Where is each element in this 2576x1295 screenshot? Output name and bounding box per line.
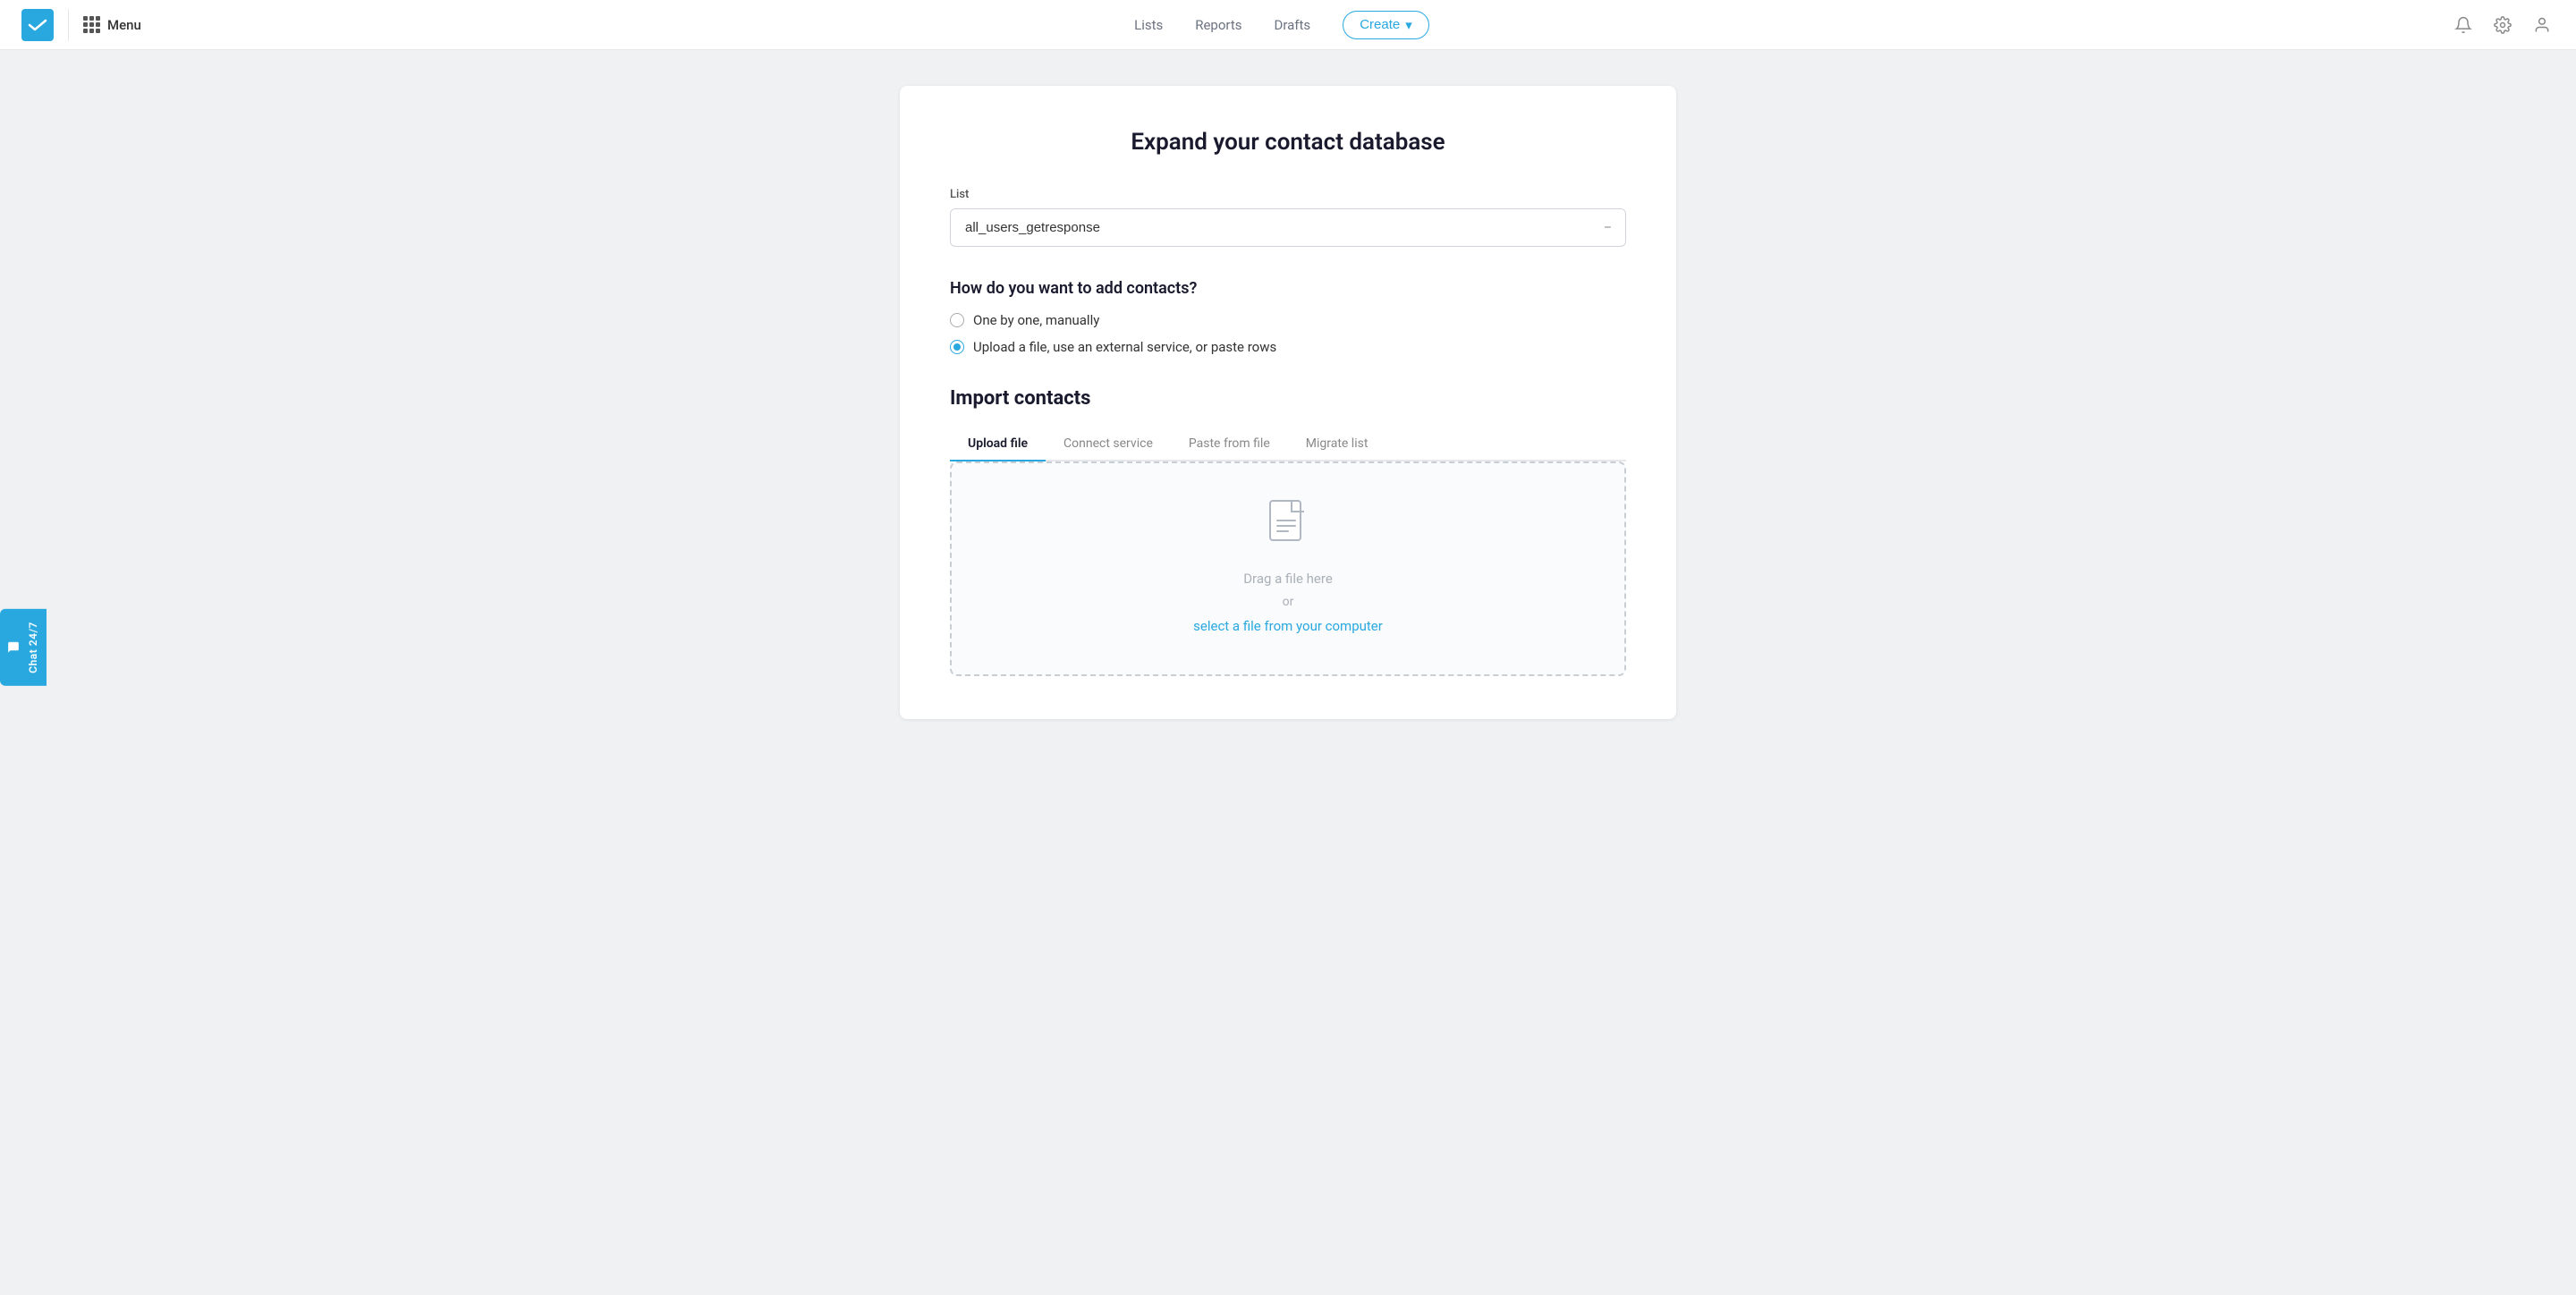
nav-lists[interactable]: Lists xyxy=(1134,17,1163,33)
content-area: Expand your contact database List all_us… xyxy=(886,50,1690,773)
select-file-link[interactable]: select a file from your computer xyxy=(1193,614,1383,639)
tab-connect-service[interactable]: Connect service xyxy=(1046,427,1171,461)
radio-upload[interactable]: Upload a file, use an external service, … xyxy=(950,339,1626,355)
radio-upload-label: Upload a file, use an external service, … xyxy=(973,339,1276,355)
tab-upload-file[interactable]: Upload file xyxy=(950,427,1046,461)
main-nav: Lists Reports Drafts Create ▾ xyxy=(1134,11,1429,39)
create-label: Create xyxy=(1360,17,1400,32)
profile-button[interactable] xyxy=(2529,13,2555,38)
radio-upload-input[interactable] xyxy=(950,340,964,354)
radio-manual-label: One by one, manually xyxy=(973,312,1099,328)
main-content: Expand your contact database List all_us… xyxy=(0,0,2576,1295)
create-button[interactable]: Create ▾ xyxy=(1343,11,1429,39)
nav-reports[interactable]: Reports xyxy=(1195,17,1241,33)
chat-widget[interactable]: Chat 24/7 xyxy=(0,609,47,686)
nav-drafts[interactable]: Drafts xyxy=(1275,17,1311,33)
grid-icon xyxy=(83,16,100,33)
radio-manual-input[interactable] xyxy=(950,313,964,327)
import-tabs: Upload file Connect service Paste from f… xyxy=(950,427,1626,461)
settings-button[interactable] xyxy=(2490,13,2515,38)
header: Menu Lists Reports Drafts Create ▾ xyxy=(0,0,2576,50)
radio-group: One by one, manually Upload a file, use … xyxy=(950,312,1626,355)
header-divider xyxy=(68,9,69,41)
radio-manual[interactable]: One by one, manually xyxy=(950,312,1626,328)
menu-label: Menu xyxy=(107,17,141,33)
chat-widget-label: Chat 24/7 xyxy=(27,622,39,673)
add-contacts-question: How do you want to add contacts? xyxy=(950,279,1626,298)
file-icon xyxy=(1267,499,1309,553)
card: Expand your contact database List all_us… xyxy=(900,86,1676,719)
tab-migrate-list[interactable]: Migrate list xyxy=(1288,427,1386,461)
import-title: Import contacts xyxy=(950,387,1626,410)
notifications-button[interactable] xyxy=(2451,13,2476,38)
list-select[interactable]: all_users_getresponse xyxy=(950,208,1626,247)
card-title: Expand your contact database xyxy=(950,129,1626,156)
tab-paste-from-file[interactable]: Paste from file xyxy=(1171,427,1288,461)
logo[interactable] xyxy=(21,9,54,41)
dropzone[interactable]: Drag a file here or select a file from y… xyxy=(950,461,1626,676)
dropzone-main-text: Drag a file here or select a file from y… xyxy=(1193,567,1383,638)
header-icons xyxy=(2451,13,2555,38)
menu-button[interactable]: Menu xyxy=(83,16,141,33)
list-label: List xyxy=(950,188,1626,201)
list-select-wrapper: all_users_getresponse – xyxy=(950,208,1626,247)
create-arrow: ▾ xyxy=(1405,17,1412,33)
radio-dot xyxy=(953,343,961,351)
